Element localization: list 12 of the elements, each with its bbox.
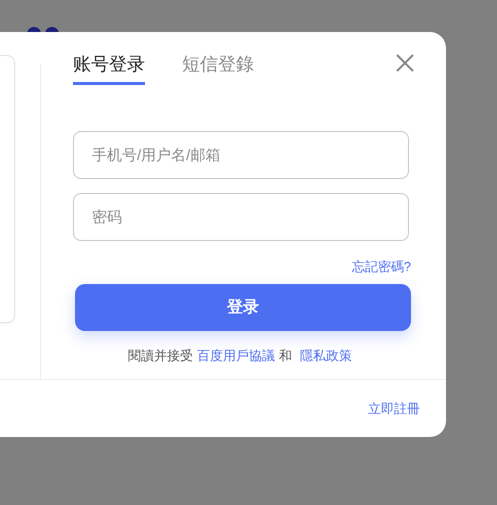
password-field[interactable]: 密码 bbox=[73, 193, 409, 241]
user-agreement-link[interactable]: 百度用戶協議 bbox=[197, 348, 276, 363]
login-tab[interactable]: 账号登录 bbox=[73, 52, 145, 85]
close-icon bbox=[396, 54, 414, 72]
username-field[interactable]: 手机号/用户名/邮箱 bbox=[73, 131, 409, 179]
login-button[interactable]: 登录 bbox=[75, 284, 411, 331]
agreement-text: 閱讀并接受 百度用戶協議 和 隱私政策 bbox=[127, 347, 353, 365]
privacy-policy-link[interactable]: 隱私政策 bbox=[300, 348, 352, 363]
login-tab[interactable]: 短信登錄 bbox=[182, 52, 254, 85]
close-button[interactable] bbox=[394, 52, 416, 74]
register-link[interactable]: 立即註冊 bbox=[368, 400, 420, 418]
forgot-password-link[interactable]: 忘記密碼? bbox=[352, 258, 411, 276]
